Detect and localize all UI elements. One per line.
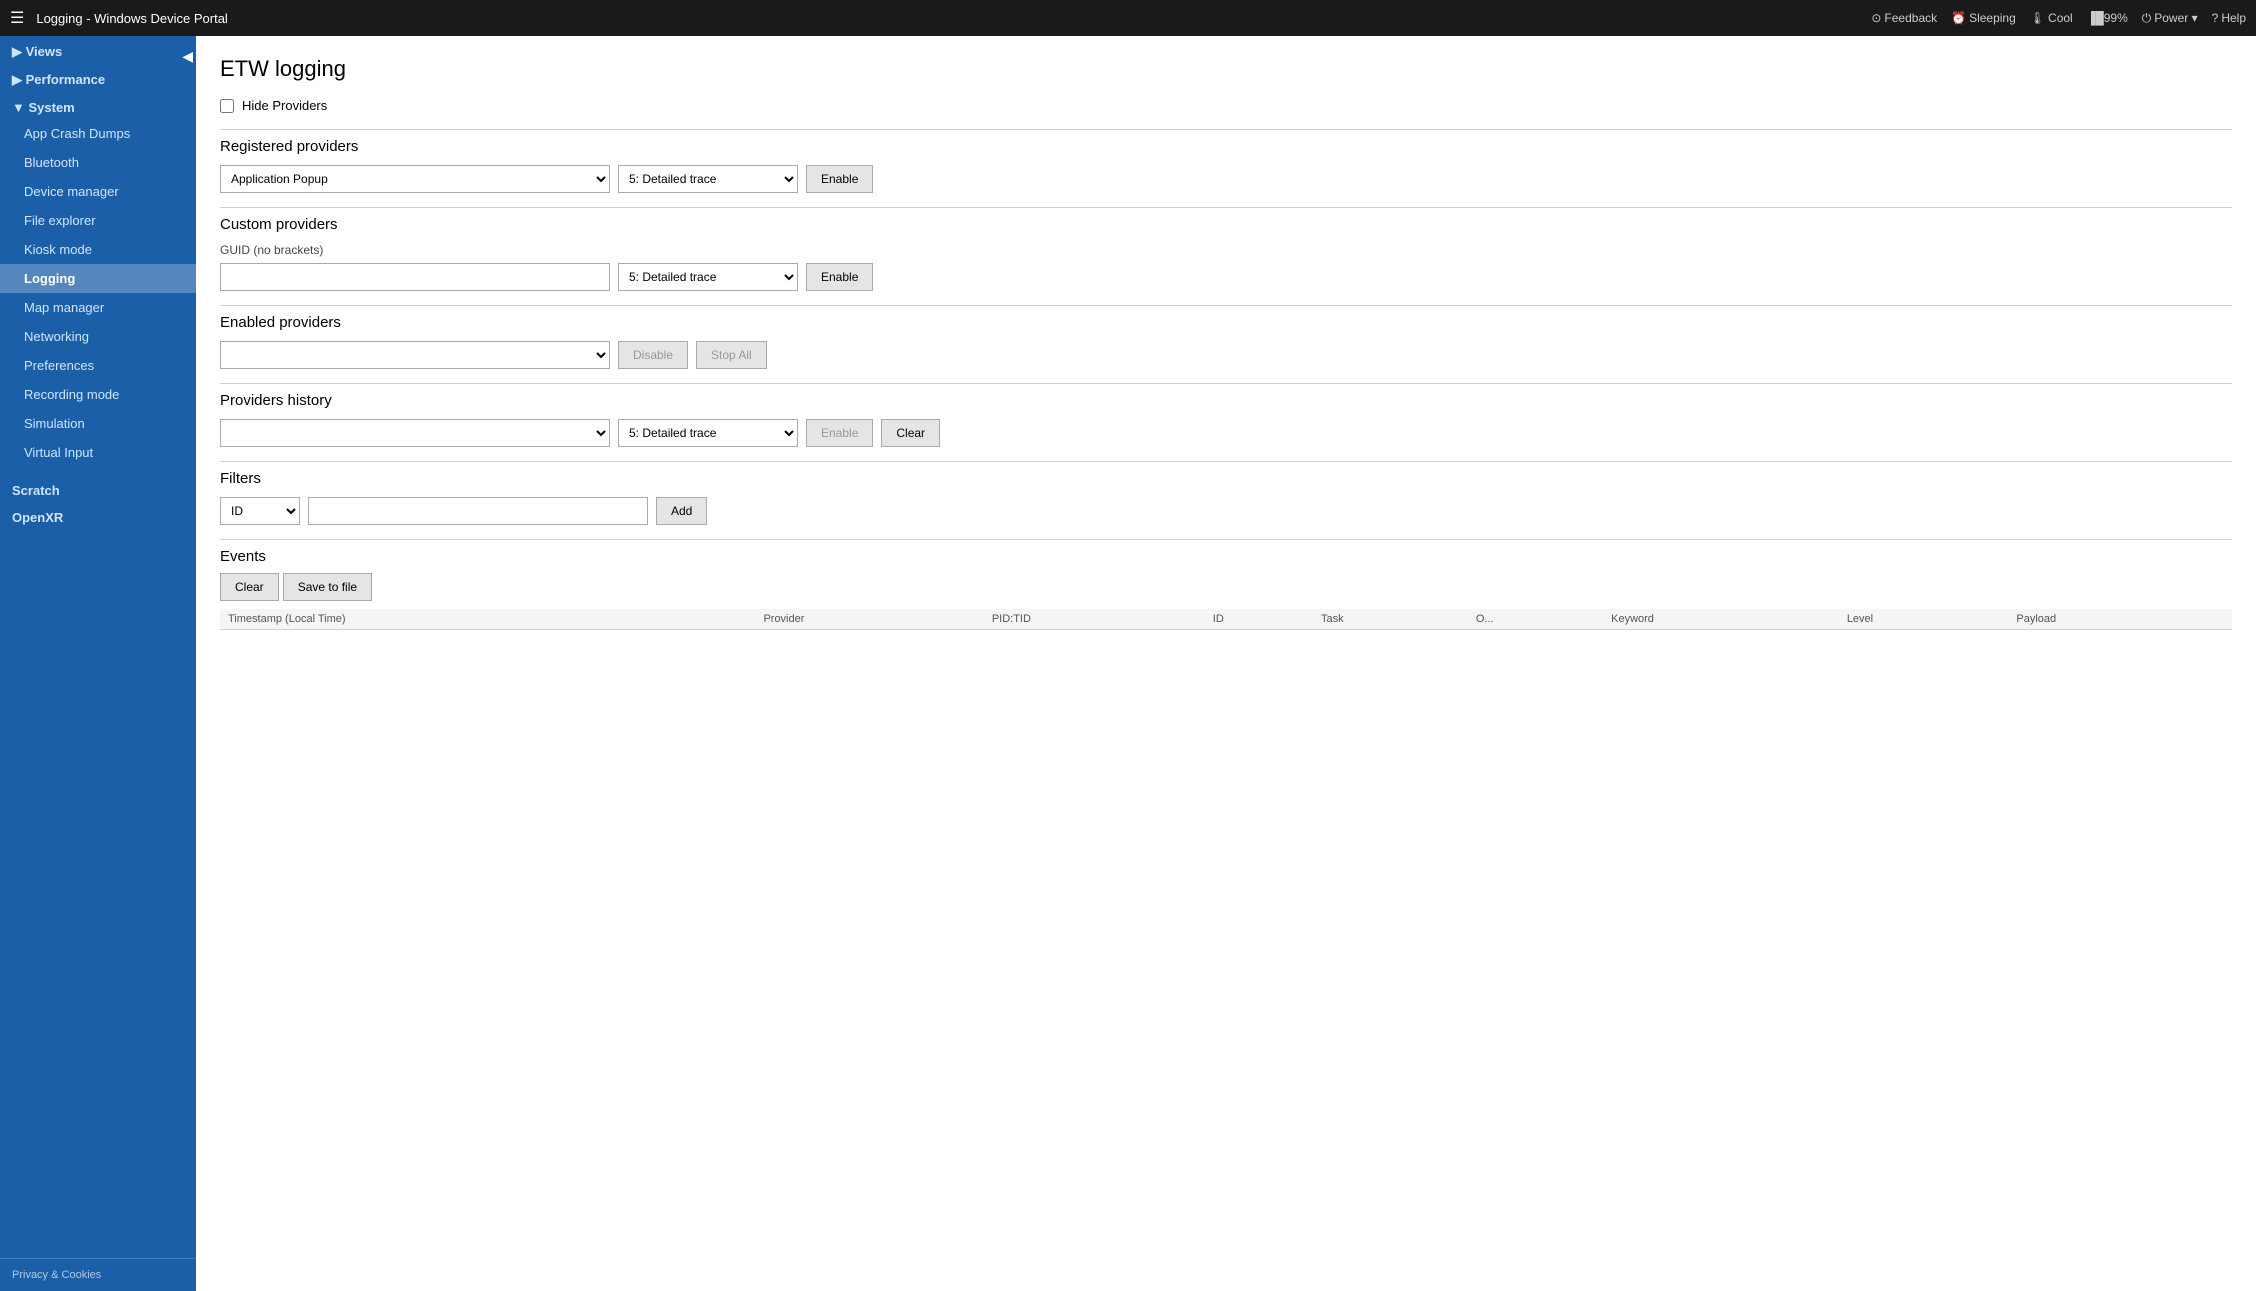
events-buttons: Clear Save to file bbox=[220, 573, 2232, 601]
feedback-link[interactable]: ⊙ Feedback bbox=[1871, 11, 1937, 25]
temp-icon: 🌡 bbox=[2030, 11, 2045, 25]
sidebar-item-networking[interactable]: Networking bbox=[0, 322, 196, 351]
providers-history-title: Providers history bbox=[220, 392, 2232, 409]
menu-icon[interactable]: ☰ bbox=[10, 8, 24, 28]
guid-label: GUID (no brackets) bbox=[220, 243, 2232, 257]
custom-providers-divider bbox=[220, 207, 2232, 208]
events-save-button[interactable]: Save to file bbox=[283, 573, 372, 601]
col-keyword: Keyword bbox=[1603, 609, 1839, 630]
filter-value-input[interactable] bbox=[308, 497, 648, 525]
registered-provider-select[interactable]: Application Popup Another Provider Syste… bbox=[220, 165, 610, 193]
page-title-bar: Logging - Windows Device Portal bbox=[36, 11, 1871, 26]
etw-logging-title: ETW logging bbox=[220, 56, 2232, 82]
sleeping-icon: ⏰ bbox=[1951, 11, 1966, 25]
main-content: ETW logging Hide Providers Registered pr… bbox=[196, 36, 2256, 1291]
sidebar-item-file-explorer[interactable]: File explorer bbox=[0, 206, 196, 235]
sidebar-item-map-manager[interactable]: Map manager bbox=[0, 293, 196, 322]
col-pid-tid: PID:TID bbox=[984, 609, 1205, 630]
battery-indicator: ▐█99% bbox=[2087, 11, 2128, 25]
history-clear-button[interactable]: Clear bbox=[881, 419, 940, 447]
help-link[interactable]: ? Help bbox=[2212, 11, 2246, 25]
hide-providers-checkbox[interactable] bbox=[220, 99, 234, 113]
filters-row: ID Name Level Add bbox=[220, 497, 2232, 525]
custom-enable-button[interactable]: Enable bbox=[806, 263, 873, 291]
providers-history-row: 5: Detailed trace 1: Critical 2: Error 3… bbox=[220, 419, 2232, 447]
sidebar: ◀ ▶ Views ▶ Performance ▼ System App Cra… bbox=[0, 36, 196, 1291]
sidebar-item-scratch[interactable]: Scratch bbox=[0, 475, 196, 502]
providers-history-divider bbox=[220, 383, 2232, 384]
sidebar-item-logging[interactable]: Logging bbox=[0, 264, 196, 293]
sidebar-section-performance[interactable]: ▶ Performance bbox=[0, 64, 196, 92]
hide-providers-label[interactable]: Hide Providers bbox=[242, 98, 327, 113]
filter-add-button[interactable]: Add bbox=[656, 497, 707, 525]
hide-providers-row: Hide Providers bbox=[220, 98, 2232, 113]
filter-id-select[interactable]: ID Name Level bbox=[220, 497, 300, 525]
col-opcode: O... bbox=[1468, 609, 1603, 630]
sidebar-item-preferences[interactable]: Preferences bbox=[0, 351, 196, 380]
enabled-provider-select[interactable] bbox=[220, 341, 610, 369]
history-trace-select[interactable]: 5: Detailed trace 1: Critical 2: Error 3… bbox=[618, 419, 798, 447]
sidebar-item-openxr[interactable]: OpenXR bbox=[0, 502, 196, 529]
enabled-providers-row: Disable Stop All bbox=[220, 341, 2232, 369]
col-payload: Payload bbox=[2008, 609, 2232, 630]
sidebar-item-kiosk-mode[interactable]: Kiosk mode bbox=[0, 235, 196, 264]
registered-providers-title: Registered providers bbox=[220, 138, 2232, 155]
guid-input[interactable] bbox=[220, 263, 610, 291]
enabled-providers-title: Enabled providers bbox=[220, 314, 2232, 331]
registered-enable-button[interactable]: Enable bbox=[806, 165, 873, 193]
filters-divider bbox=[220, 461, 2232, 462]
sidebar-privacy-link[interactable]: Privacy & Cookies bbox=[0, 1258, 196, 1291]
sleeping-indicator: ⏰ Sleeping bbox=[1951, 11, 2016, 25]
custom-trace-select[interactable]: 5: Detailed trace 1: Critical 2: Error 3… bbox=[618, 263, 798, 291]
events-table-header: Timestamp (Local Time) Provider PID:TID … bbox=[220, 609, 2232, 630]
events-title: Events bbox=[220, 548, 2232, 565]
col-id: ID bbox=[1205, 609, 1313, 630]
main-layout: ◀ ▶ Views ▶ Performance ▼ System App Cra… bbox=[0, 36, 2256, 1291]
sidebar-item-virtual-input[interactable]: Virtual Input bbox=[0, 438, 196, 467]
topbar-right: ⊙ Feedback ⏰ Sleeping 🌡 Cool ▐█99% ⏻ Pow… bbox=[1871, 11, 2246, 26]
col-level: Level bbox=[1839, 609, 2009, 630]
topbar: ☰ Logging - Windows Device Portal ⊙ Feed… bbox=[0, 0, 2256, 36]
events-table: Timestamp (Local Time) Provider PID:TID … bbox=[220, 609, 2232, 630]
sidebar-section-views[interactable]: ▶ Views bbox=[0, 36, 196, 64]
col-timestamp: Timestamp (Local Time) bbox=[220, 609, 755, 630]
power-icon: ⏻ bbox=[2142, 11, 2152, 26]
temperature-indicator: 🌡 Cool bbox=[2030, 11, 2073, 25]
enabled-providers-divider bbox=[220, 305, 2232, 306]
events-clear-button[interactable]: Clear bbox=[220, 573, 279, 601]
custom-providers-row: 5: Detailed trace 1: Critical 2: Error 3… bbox=[220, 263, 2232, 291]
disable-button[interactable]: Disable bbox=[618, 341, 688, 369]
sidebar-item-bluetooth[interactable]: Bluetooth bbox=[0, 148, 196, 177]
history-enable-button[interactable]: Enable bbox=[806, 419, 873, 447]
sidebar-item-device-manager[interactable]: Device manager bbox=[0, 177, 196, 206]
col-provider: Provider bbox=[755, 609, 983, 630]
stop-all-button[interactable]: Stop All bbox=[696, 341, 767, 369]
sidebar-item-simulation[interactable]: Simulation bbox=[0, 409, 196, 438]
sidebar-item-recording-mode[interactable]: Recording mode bbox=[0, 380, 196, 409]
sidebar-collapse-button[interactable]: ◀ bbox=[178, 46, 196, 67]
help-icon: ? bbox=[2212, 11, 2219, 25]
history-provider-select[interactable] bbox=[220, 419, 610, 447]
events-divider bbox=[220, 539, 2232, 540]
registered-providers-row: Application Popup Another Provider Syste… bbox=[220, 165, 2232, 193]
sidebar-section-system[interactable]: ▼ System bbox=[0, 92, 196, 119]
registered-trace-select[interactable]: 5: Detailed trace 1: Critical 2: Error 3… bbox=[618, 165, 798, 193]
sidebar-item-app-crash-dumps[interactable]: App Crash Dumps bbox=[0, 119, 196, 148]
col-task: Task bbox=[1313, 609, 1468, 630]
feedback-icon: ⊙ bbox=[1871, 11, 1881, 25]
power-button[interactable]: ⏻ Power ▾ bbox=[2142, 11, 2198, 26]
custom-providers-title: Custom providers bbox=[220, 216, 2232, 233]
registered-providers-divider bbox=[220, 129, 2232, 130]
filters-title: Filters bbox=[220, 470, 2232, 487]
